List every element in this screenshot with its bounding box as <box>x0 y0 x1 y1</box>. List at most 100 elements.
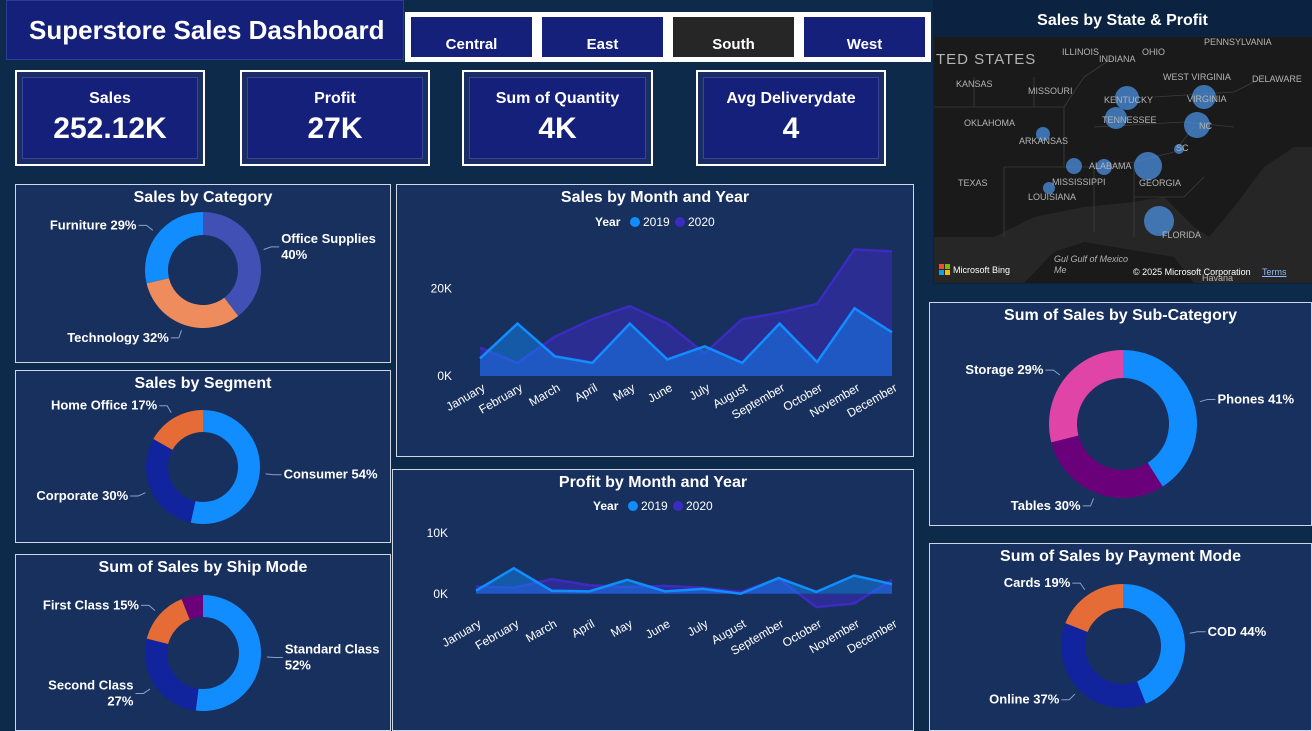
shipmode-donut-chart[interactable]: Standard Class52% Second Class27% First Cl… <box>16 555 390 730</box>
x-tick-label: February <box>476 380 525 416</box>
kpi-label: Sales <box>89 90 131 107</box>
x-tick-label: March <box>523 616 559 645</box>
map-panel: Sales by State & Profit TED STATES ILLIN… <box>933 0 1312 284</box>
bing-logo: Microsoft Bing <box>939 264 1010 275</box>
map-label-mexico: Me <box>1054 265 1067 275</box>
slicer-central-button[interactable]: Central <box>410 16 533 58</box>
profit-month-area-chart[interactable]: Year 2019 20200K10KJanuaryFebruary March Apr… <box>393 470 913 730</box>
donut-slice[interactable] <box>203 212 261 317</box>
subcategory-chart-panel: Sum of Sales by Sub-Category Phones 41% T… <box>929 302 1312 526</box>
y-tick-label: 0K <box>437 369 452 383</box>
slicer-south-button[interactable]: South <box>672 16 795 58</box>
segment-donut-chart[interactable]: Consumer 54% Corporate 30% Home Office 17% <box>16 371 390 542</box>
slice-label: Consumer 54% <box>284 467 378 482</box>
chart-title: Sales by Month and Year <box>560 189 750 206</box>
paymentmode-donut-chart[interactable]: COD 44% Online 37% Cards 19% <box>930 544 1311 730</box>
legend-label[interactable]: 2020 <box>686 499 713 513</box>
kpi-value: 252.12K <box>53 112 167 145</box>
map-label-gulf: Gul Gulf of Mexico <box>1054 254 1129 264</box>
map-label-country: TED STATES <box>936 51 1037 68</box>
y-tick-label: 10K <box>427 526 448 540</box>
slice-label: Storage 29% <box>965 362 1043 377</box>
donut-slice[interactable] <box>145 212 203 284</box>
slicer-east-button[interactable]: East <box>541 16 664 58</box>
map-label-virginia: VIRGINIA <box>1187 94 1227 104</box>
segment-chart-panel: Sales by Segment Consumer 54% Corporate 3… <box>15 370 391 543</box>
bing-icon <box>939 264 950 275</box>
map-title: Sales by State & Profit <box>1037 12 1208 29</box>
map-label-ohio: OHIO <box>1142 47 1166 57</box>
kpi-card-delivery: Avg Deliverydate 4 <box>696 70 886 166</box>
slice-label: Phones 41% <box>1218 391 1295 406</box>
map-terms-link[interactable]: Terms <box>1262 267 1287 277</box>
map-label-mississippi: MISSISSIPPI <box>1052 177 1106 187</box>
leader-line <box>1072 582 1086 591</box>
donut-slice[interactable] <box>146 278 239 328</box>
x-tick-label: July <box>687 380 712 403</box>
map-label-pennsylvania: PENNSYLVANIA <box>1204 37 1272 47</box>
map-label-kansas: KANSAS <box>956 79 993 89</box>
map-label-sc: SC <box>1176 143 1189 153</box>
leader-line <box>263 246 280 250</box>
subcategory-donut-chart[interactable]: Phones 41% Tables 30% Storage 29% <box>930 303 1311 525</box>
slice-pct: 40% <box>281 247 307 262</box>
slice-label: Tables 30% <box>1011 498 1081 513</box>
x-tick-label: May <box>608 616 635 639</box>
sales-month-chart-panel: Sales by Month and Year Year 2019 2020 0K 20… <box>396 184 914 457</box>
leader-line <box>159 405 172 413</box>
map-label-arkansas: ARKANSAS <box>1019 136 1069 146</box>
map-label-texas: TEXAS <box>958 178 988 188</box>
kpi-card-quantity: Sum of Quantity 4K <box>462 70 653 166</box>
category-donut-chart[interactable]: Office Supplies40% Technology 32% Furnitur… <box>16 185 390 362</box>
legend-label[interactable]: 2020 <box>688 215 715 229</box>
kpi-card-profit: Profit 27K <box>240 70 430 166</box>
map-label-florida: FLORIDA <box>1162 230 1202 240</box>
paymentmode-chart-panel: Sum of Sales by Payment Mode COD 44% Onli… <box>929 543 1312 731</box>
donut-slice[interactable] <box>1049 350 1123 443</box>
slice-label: Furniture 29% <box>50 217 137 232</box>
profit-month-chart-panel: Profit by Month and Year Year 2019 2020 0K 1… <box>392 469 914 731</box>
donut-slice[interactable] <box>144 638 199 711</box>
slice-label: Home Office 17% <box>51 398 158 413</box>
slice-pct: 52% <box>285 658 311 673</box>
map-label-illinois: ILLINOIS <box>1062 47 1100 57</box>
chart-title: Sum of Sales by Sub-Category <box>1004 307 1237 324</box>
x-tick-label: July <box>685 616 710 639</box>
donut-slice[interactable] <box>146 439 196 523</box>
leader-line <box>1045 369 1061 376</box>
sales-map[interactable]: TED STATES ILLINOIS INDIANA OHIO PENNSYL… <box>934 37 1312 283</box>
donut-slice[interactable] <box>146 599 190 645</box>
kpi-label: Profit <box>314 90 356 107</box>
kpi-label: Sum of Quantity <box>495 90 620 107</box>
slice-pct: 27% <box>107 693 133 708</box>
slicer-west-button[interactable]: West <box>803 16 926 58</box>
slice-label: COD 44% <box>1208 624 1267 639</box>
donut-slice[interactable] <box>195 595 261 711</box>
sales-month-area-chart[interactable]: Year 2019 20200K20KJanuaryFebruary March Apr… <box>397 185 913 456</box>
leader-line <box>265 473 282 476</box>
chart-title: Sum of Sales by Payment Mode <box>1000 548 1241 565</box>
dashboard-title: Superstore Sales Dashboard <box>6 0 404 60</box>
chart-title: Sales by Segment <box>134 375 272 392</box>
kpi-value: 4K <box>538 112 577 145</box>
donut-slice[interactable] <box>1123 350 1197 487</box>
donut-slice[interactable] <box>1051 435 1163 498</box>
donut-slice[interactable] <box>1065 584 1123 633</box>
map-label-delaware: DELAWARE <box>1252 74 1302 84</box>
map-label-missouri: MISSOURI <box>1028 86 1073 96</box>
leader-line <box>170 330 182 339</box>
map-label-indiana: INDIANA <box>1099 54 1136 64</box>
legend-marker <box>675 217 685 227</box>
y-tick-label: 20K <box>431 282 452 296</box>
legend-label[interactable]: 2019 <box>643 215 670 229</box>
slice-label: Standard Class <box>285 642 380 657</box>
x-tick-label: May <box>611 380 638 403</box>
legend-label[interactable]: 2019 <box>641 499 668 513</box>
slice-label: Office Supplies <box>281 231 376 246</box>
map-label-oklahoma: OKLAHOMA <box>964 118 1016 128</box>
slice-label: Online 37% <box>989 692 1060 707</box>
legend-title: Year <box>593 499 619 513</box>
leader-line <box>138 224 154 231</box>
legend-marker <box>628 501 638 511</box>
legend-marker <box>630 217 640 227</box>
